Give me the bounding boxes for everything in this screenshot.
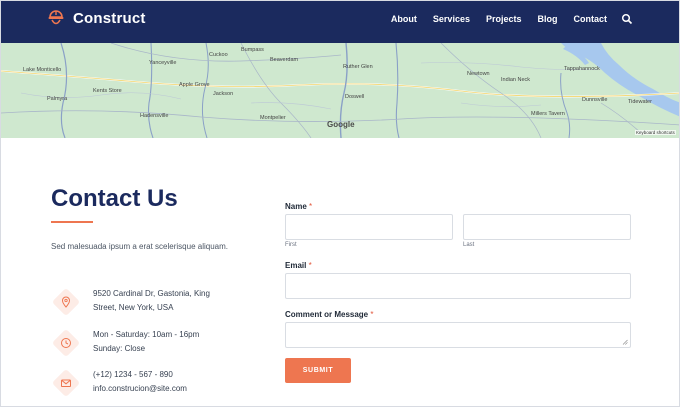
first-name-input[interactable] bbox=[285, 214, 453, 240]
map-label: Bumpass bbox=[241, 47, 264, 53]
nav-contact[interactable]: Contact bbox=[574, 14, 608, 24]
logo[interactable]: Construct bbox=[45, 7, 146, 29]
main-nav: About Services Projects Blog Contact bbox=[375, 13, 633, 25]
email-input[interactable] bbox=[285, 273, 631, 299]
email-address[interactable]: info.construcion@site.com bbox=[93, 382, 187, 396]
email-badge bbox=[51, 368, 81, 398]
map-label: Palmyra bbox=[47, 96, 68, 102]
email-label: Email * bbox=[285, 261, 312, 270]
map-label: Montpelier bbox=[260, 115, 286, 121]
nav-blog[interactable]: Blog bbox=[538, 14, 558, 24]
hours-sunday: Sunday: Close bbox=[93, 344, 146, 353]
first-sublabel: First bbox=[285, 242, 297, 248]
map-label: Lake Monticello bbox=[23, 67, 62, 73]
page: Construct About Services Projects Blog C… bbox=[0, 0, 680, 407]
search-icon[interactable] bbox=[621, 13, 633, 25]
last-sublabel: Last bbox=[463, 242, 475, 248]
address-info: 9520 Cardinal Dr, Gastonia, King Street,… bbox=[51, 287, 210, 317]
map-label: Tidewater bbox=[628, 99, 652, 105]
address-line-2: Street, New York, USA bbox=[93, 303, 174, 312]
map-label: Ruther Glen bbox=[343, 64, 373, 70]
map-label: Indian Neck bbox=[501, 77, 531, 83]
map-pin-icon bbox=[61, 296, 71, 308]
map-label: Hadensville bbox=[140, 113, 169, 119]
map-label: Yanceyville bbox=[149, 60, 177, 66]
title-underline bbox=[51, 221, 93, 223]
contact-lead-text: Sed malesuada ipsum a erat scelerisque a… bbox=[51, 242, 228, 251]
location-map[interactable]: Lake Monticello Yanceyville Cuckoo Bumpa… bbox=[1, 43, 679, 138]
envelope-icon bbox=[61, 379, 71, 387]
comment-label: Comment or Message * bbox=[285, 310, 374, 319]
brand-name: Construct bbox=[73, 9, 146, 27]
map-label: Dunnsville bbox=[582, 97, 608, 103]
required-mark: * bbox=[309, 202, 313, 211]
phone-number[interactable]: (+12) 1234 - 567 - 890 bbox=[93, 368, 187, 382]
keyboard-shortcuts-link[interactable]: Keyboard shortcuts bbox=[635, 130, 676, 135]
map-label: Kents Store bbox=[93, 88, 122, 94]
page-title: Contact Us bbox=[51, 185, 178, 212]
map-label: Tappahannock bbox=[564, 66, 600, 72]
map-label: Doswell bbox=[345, 94, 365, 100]
nav-services[interactable]: Services bbox=[433, 14, 470, 24]
map-label: Newtown bbox=[467, 71, 490, 77]
required-mark: * bbox=[370, 310, 374, 319]
map-label: Apple Grove bbox=[179, 82, 210, 88]
address-badge bbox=[51, 287, 81, 317]
map-label: Cuckoo bbox=[209, 52, 228, 58]
nav-projects[interactable]: Projects bbox=[486, 14, 522, 24]
map-label: Millers Tavern bbox=[531, 111, 565, 117]
required-mark: * bbox=[308, 261, 312, 270]
address-line-1: 9520 Cardinal Dr, Gastonia, King bbox=[93, 289, 210, 298]
clock-icon bbox=[61, 338, 71, 348]
map-label: Beaverdam bbox=[270, 57, 299, 63]
phone-email-info: (+12) 1234 - 567 - 890 info.construcion@… bbox=[51, 368, 187, 398]
submit-button[interactable]: SUBMIT bbox=[285, 358, 351, 383]
hours-badge bbox=[51, 328, 81, 358]
nav-about[interactable]: About bbox=[391, 14, 417, 24]
map-label: Jackson bbox=[213, 91, 234, 97]
last-name-input[interactable] bbox=[463, 214, 631, 240]
site-header: Construct About Services Projects Blog C… bbox=[1, 1, 679, 43]
name-label: Name * bbox=[285, 202, 313, 211]
google-attribution: Google bbox=[327, 120, 355, 129]
hours-weekday: Mon - Saturday: 10am - 16pm bbox=[93, 330, 200, 339]
resize-handle-icon[interactable] bbox=[622, 339, 628, 345]
comment-textarea[interactable] bbox=[285, 322, 631, 348]
hardhat-worker-icon bbox=[48, 10, 64, 25]
hours-info: Mon - Saturday: 10am - 16pm Sunday: Clos… bbox=[51, 328, 199, 358]
